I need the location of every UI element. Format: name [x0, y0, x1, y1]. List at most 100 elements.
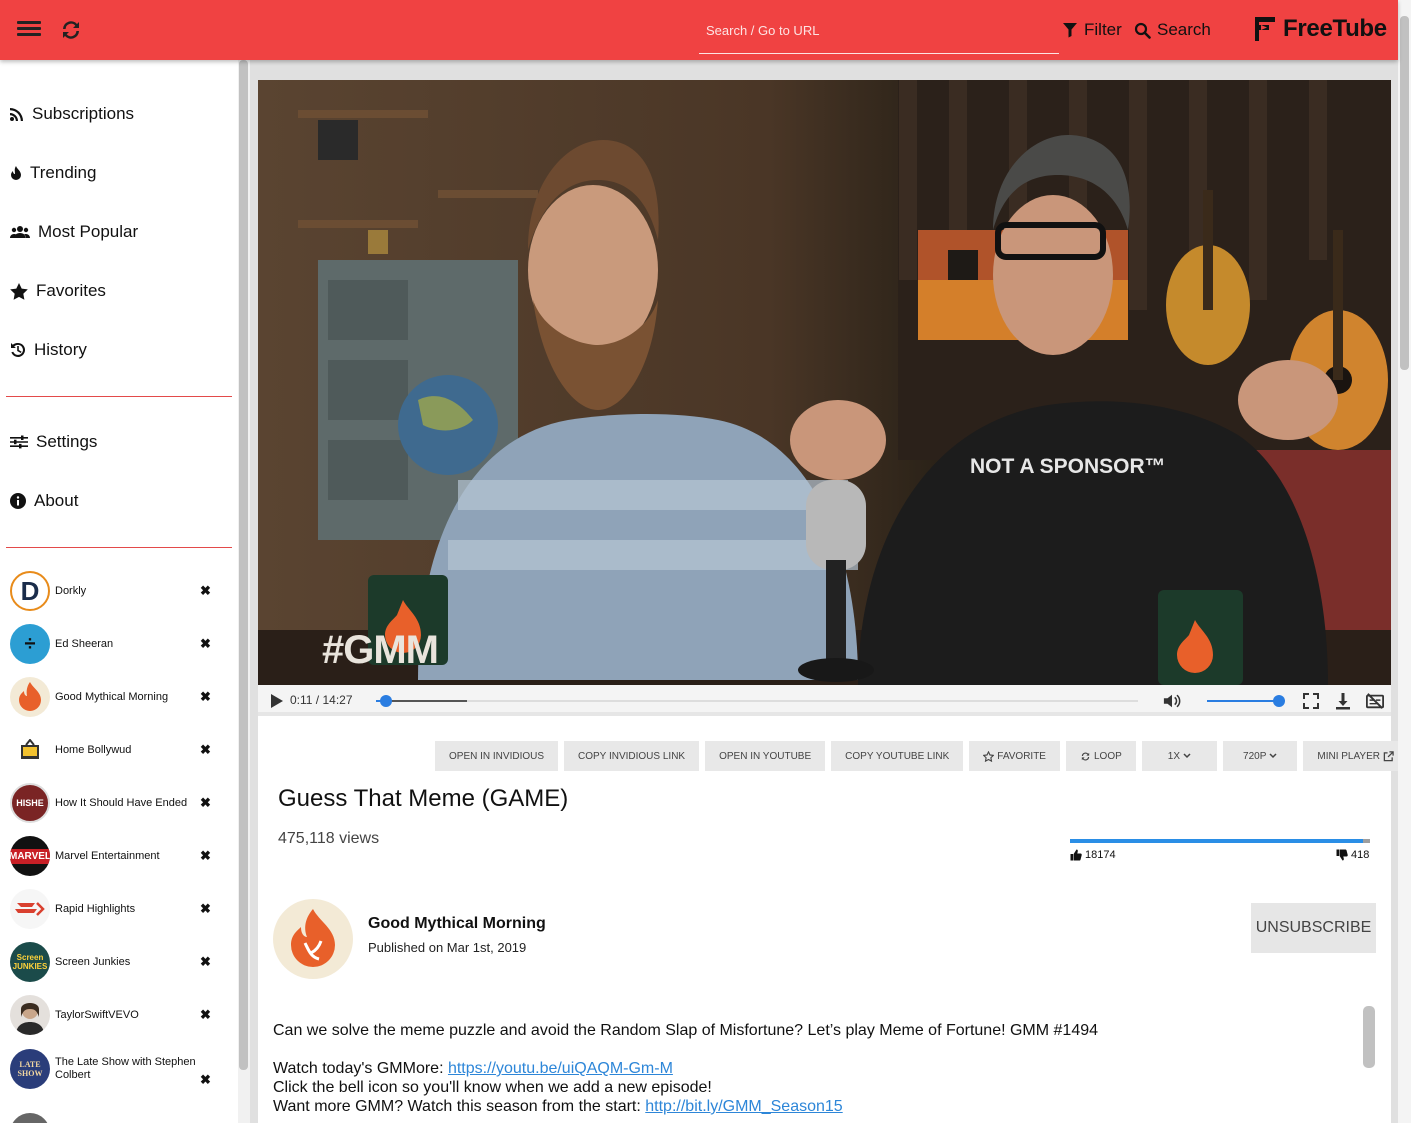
- like-ratio-fill: [1070, 839, 1364, 843]
- subscription-item[interactable]: TaylorSwiftVEVO ✖: [10, 994, 220, 1036]
- sidebar-item-settings[interactable]: Settings: [10, 428, 97, 456]
- sidebar-divider: [6, 547, 232, 548]
- season-link[interactable]: http://bit.ly/GMM_Season15: [645, 1098, 842, 1115]
- volume-icon[interactable]: [1163, 692, 1181, 710]
- sidebar-item-subscriptions[interactable]: Subscriptions: [10, 100, 134, 128]
- download-icon[interactable]: [1334, 692, 1352, 710]
- description-line: Watch today's GMMore: https://youtu.be/u…: [273, 1060, 673, 1077]
- seek-handle[interactable]: [379, 695, 392, 707]
- subscription-name: The Late Show with Stephen Colbert: [55, 1056, 196, 1081]
- sidebar-item-label: Most Popular: [38, 222, 139, 241]
- subscription-item[interactable]: D Dorkly ✖: [10, 570, 220, 612]
- remove-subscription-icon[interactable]: ✖: [200, 849, 211, 862]
- subscription-item[interactable]: Good Mythical Morning ✖: [10, 676, 220, 718]
- remove-subscription-icon[interactable]: ✖: [200, 637, 211, 650]
- time-display: 0:11 / 14:27: [290, 693, 353, 707]
- copy-youtube-link-button[interactable]: COPY YOUTUBE LINK: [831, 741, 964, 771]
- video-page: #GMM NOT A SPONSOR™ 0:11 / 14:27 OPEN IN…: [258, 80, 1408, 1123]
- like-ratio-bar: [1070, 839, 1370, 843]
- sidebar-scrollbar[interactable]: [238, 60, 250, 1123]
- captions-off-icon[interactable]: [1366, 692, 1384, 710]
- channel-avatar: ÷: [10, 624, 50, 664]
- sidebar-scrollbar-thumb[interactable]: [239, 60, 248, 1070]
- description-scrollbar[interactable]: [1363, 1006, 1375, 1068]
- favorite-button[interactable]: FAVORITE: [969, 741, 1060, 771]
- loop-button[interactable]: LOOP: [1065, 741, 1136, 771]
- remove-subscription-icon[interactable]: ✖: [200, 743, 211, 756]
- sidebar-item-trending[interactable]: Trending: [10, 159, 96, 187]
- history-icon: [11, 342, 26, 357]
- page-scrollbar-thumb[interactable]: [1400, 16, 1409, 370]
- gmmore-link[interactable]: https://youtu.be/uiQAQM-Gm-M: [448, 1060, 673, 1077]
- channel-avatar: HISHE: [10, 783, 50, 823]
- video-player[interactable]: #GMM NOT A SPONSOR™: [258, 80, 1391, 685]
- quality-select[interactable]: 720p: [1223, 741, 1298, 771]
- fullscreen-icon[interactable]: [1302, 692, 1320, 710]
- playback-speed-select[interactable]: 1x: [1141, 741, 1218, 771]
- sidebar-item-favorites[interactable]: Favorites: [10, 277, 106, 305]
- subscription-item[interactable]: [10, 1112, 220, 1123]
- remove-subscription-icon[interactable]: ✖: [200, 690, 211, 703]
- subscription-item[interactable]: HISHE How It Should Have Ended ✖: [10, 782, 220, 824]
- remove-subscription-icon[interactable]: ✖: [200, 1073, 211, 1086]
- player-controls: 0:11 / 14:27: [258, 685, 1391, 716]
- channel-avatar: LATE SHOW: [10, 1049, 50, 1089]
- refresh-icon[interactable]: [59, 18, 83, 42]
- loop-icon: [1081, 752, 1090, 760]
- volume-slider[interactable]: [1207, 695, 1285, 707]
- video-frame: [258, 80, 1391, 685]
- star-icon: [10, 282, 28, 300]
- search-input[interactable]: [699, 8, 1059, 52]
- subscription-item[interactable]: MARVEL Marvel Entertainment ✖: [10, 835, 220, 877]
- subscription-item[interactable]: ÷ Ed Sheeran ✖: [10, 623, 220, 665]
- sidebar-item-history[interactable]: History: [10, 336, 87, 364]
- sidebar-item-about[interactable]: About: [10, 487, 78, 515]
- subscription-item[interactable]: Screen JUNKIES Screen Junkies ✖: [10, 941, 220, 983]
- unsubscribe-button[interactable]: UNSUBSCRIBE: [1251, 903, 1376, 953]
- channel-name[interactable]: Good Mythical Morning: [368, 915, 546, 933]
- channel-avatar[interactable]: [273, 899, 353, 979]
- filter-label: Filter: [1084, 20, 1122, 39]
- seek-bar[interactable]: [376, 695, 1138, 707]
- search-field[interactable]: [699, 8, 1059, 54]
- logo-text: FreeTube: [1283, 15, 1387, 42]
- mini-player-button[interactable]: MINI PLAYER: [1303, 741, 1408, 771]
- sidebar-item-label: Settings: [36, 432, 98, 451]
- remove-subscription-icon[interactable]: ✖: [200, 584, 211, 597]
- info-icon: [10, 493, 26, 509]
- volume-handle[interactable]: [1273, 695, 1285, 707]
- dislike-count: 418: [1336, 849, 1369, 861]
- copy-invidious-link-button[interactable]: COPY INVIDIOUS LINK: [564, 741, 700, 771]
- play-icon[interactable]: [267, 692, 285, 710]
- remove-subscription-icon[interactable]: ✖: [200, 902, 211, 915]
- search-button[interactable]: Search: [1134, 19, 1211, 41]
- video-description: Can we solve the meme puzzle and avoid t…: [273, 1021, 1353, 1116]
- like-count: 18174: [1070, 849, 1116, 861]
- freetube-logo-icon: [1255, 17, 1275, 41]
- subscription-name: Ed Sheeran: [55, 637, 114, 650]
- chevron-down-icon: [1183, 753, 1191, 759]
- subscription-name: Dorkly: [55, 584, 87, 597]
- subscription-name: Marvel Entertainment: [55, 849, 160, 862]
- publish-date: Published on Mar 1st, 2019: [368, 940, 527, 955]
- chevron-down-icon: [1269, 753, 1277, 759]
- remove-subscription-icon[interactable]: ✖: [200, 796, 211, 809]
- filter-button[interactable]: Filter: [1062, 19, 1122, 41]
- subscription-item[interactable]: LATE SHOW The Late Show with Stephen Colb…: [10, 1047, 220, 1091]
- remove-subscription-icon[interactable]: ✖: [200, 1008, 211, 1021]
- page-scrollbar[interactable]: [1398, 0, 1411, 1123]
- freetube-logo[interactable]: FreeTube: [1253, 14, 1387, 44]
- sidebar-item-label: Favorites: [36, 281, 106, 300]
- subscription-item[interactable]: Home Bollywud ✖: [10, 729, 220, 771]
- hamburger-menu-icon[interactable]: [17, 18, 41, 42]
- open-in-invidious-button[interactable]: OPEN IN INVIDIOUS: [435, 741, 559, 771]
- sidebar-item-most-popular[interactable]: Most Popular: [10, 218, 138, 246]
- thumbs-up-icon: [1070, 849, 1082, 861]
- video-title: Guess That Meme (GAME): [278, 785, 569, 812]
- search-label: Search: [1157, 20, 1211, 39]
- subscription-name: How It Should Have Ended: [55, 796, 188, 809]
- description-line: Can we solve the meme puzzle and avoid t…: [273, 1022, 1099, 1039]
- remove-subscription-icon[interactable]: ✖: [200, 955, 211, 968]
- subscription-item[interactable]: Rapid Highlights ✖: [10, 888, 220, 930]
- open-in-youtube-button[interactable]: OPEN IN YOUTUBE: [705, 741, 826, 771]
